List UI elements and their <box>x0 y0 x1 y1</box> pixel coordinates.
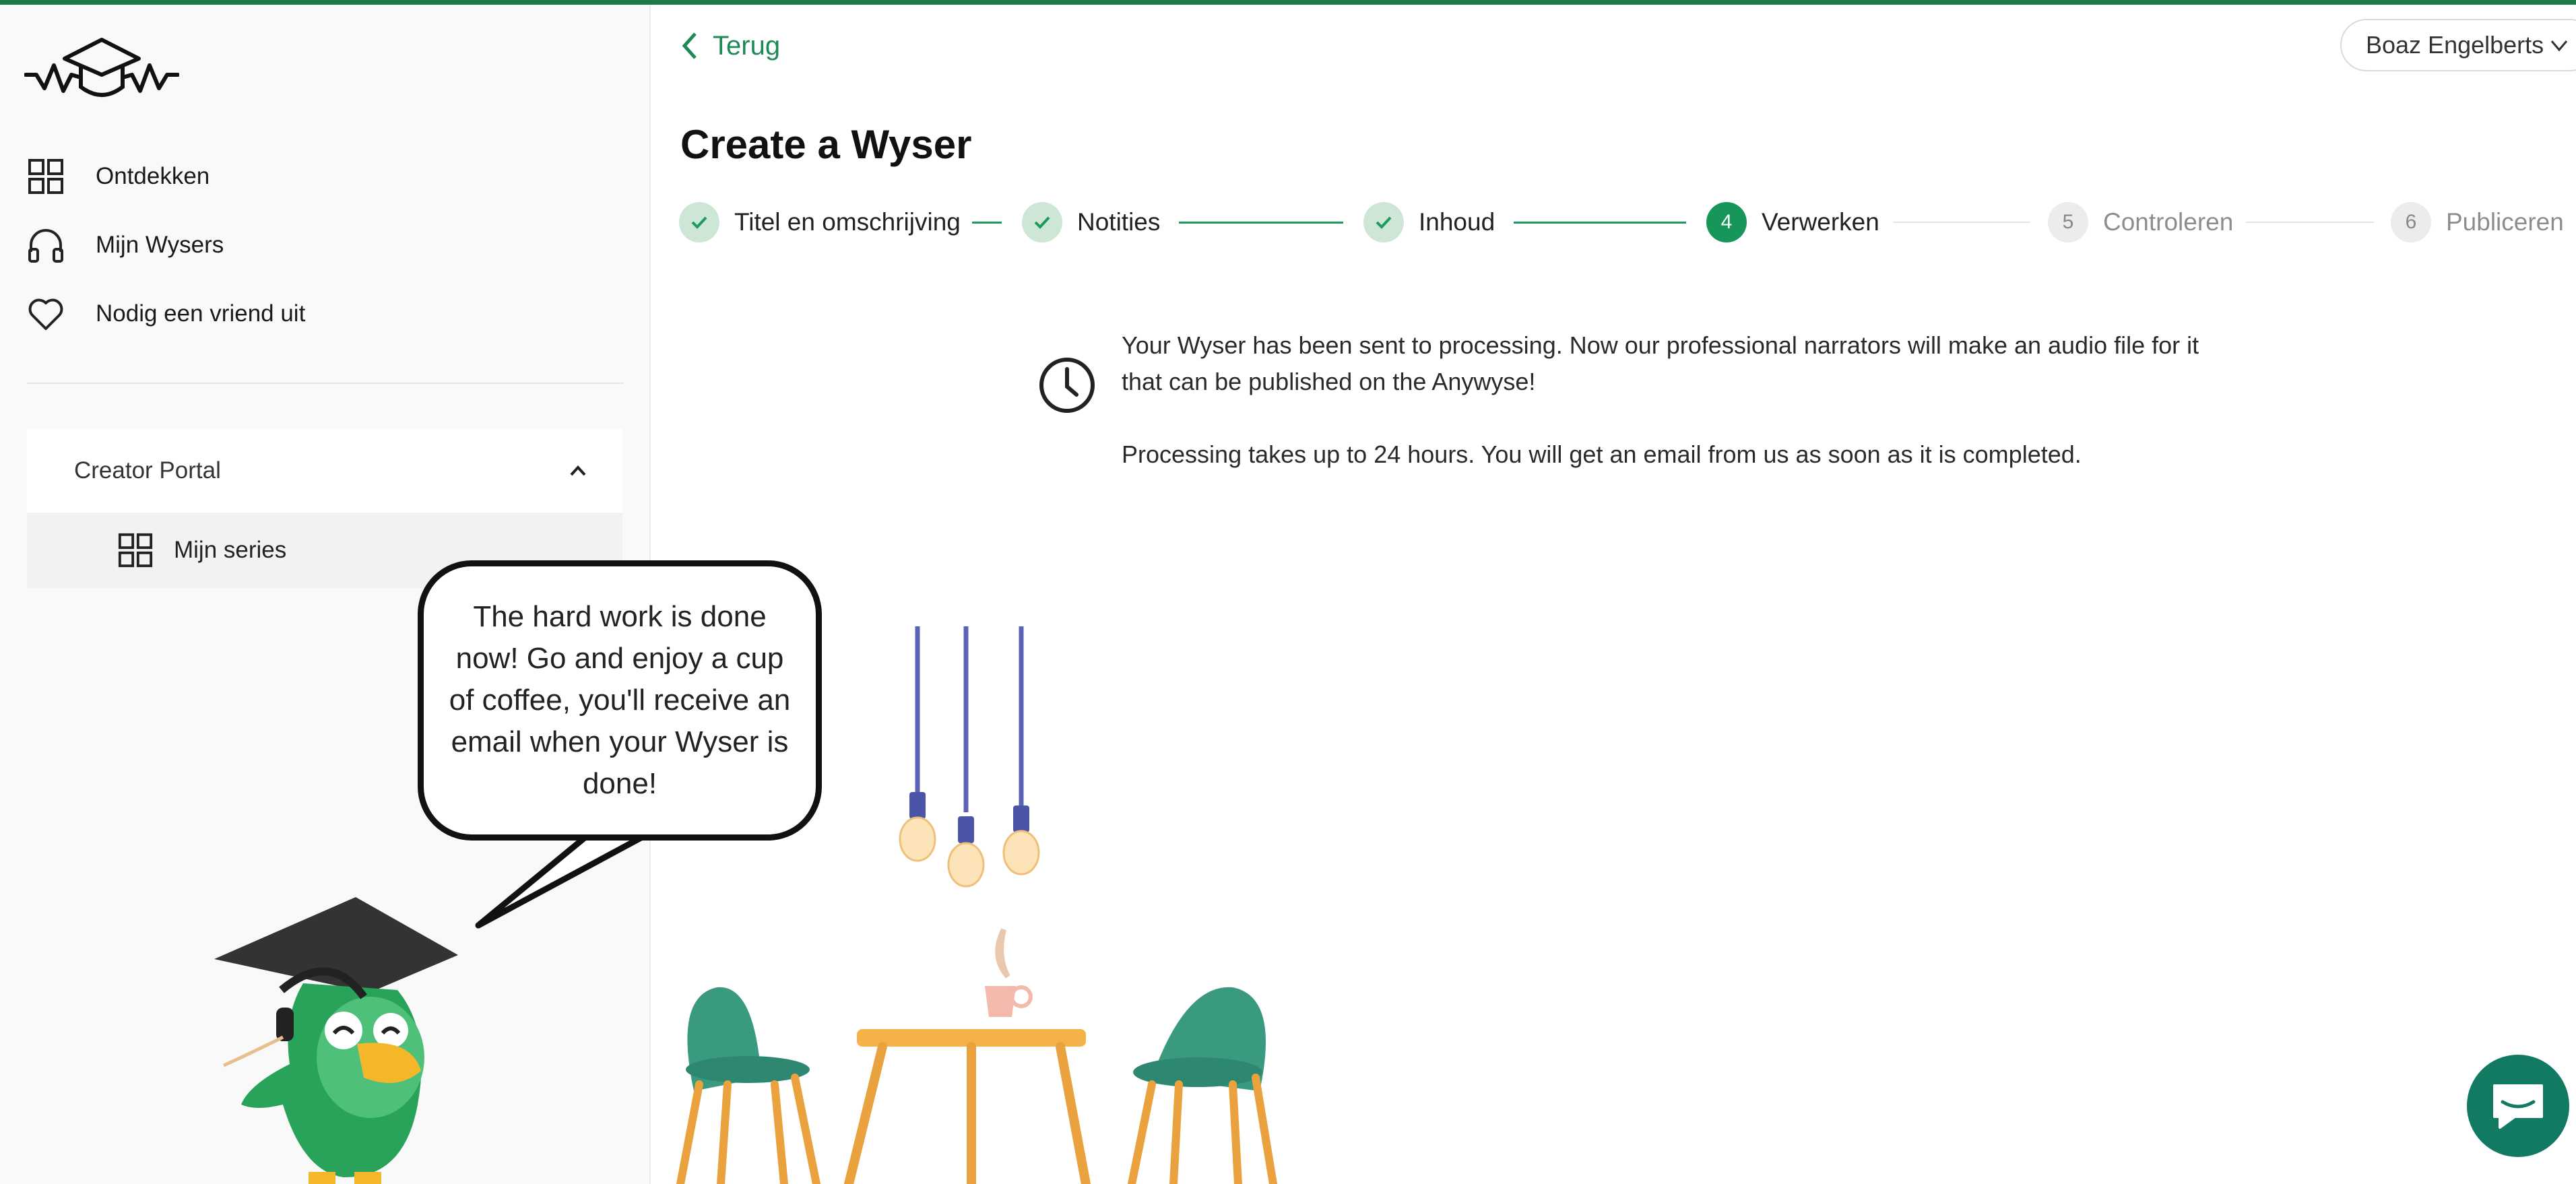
clock-icon <box>1039 358 1095 413</box>
step-inhoud[interactable]: Inhoud <box>1363 201 1495 244</box>
grid-icon <box>28 159 63 194</box>
grid-icon <box>118 533 153 568</box>
chevron-down-icon <box>2551 40 2568 52</box>
sidebar-item-label: Mijn series <box>174 537 287 563</box>
nav-item-label: Nodig een vriend uit <box>96 300 306 327</box>
processing-message: Your Wyser has been sent to processing. … <box>1122 331 2199 395</box>
step-label: Controleren <box>2103 208 2234 236</box>
logo[interactable] <box>24 33 179 107</box>
chevron-left-icon <box>682 32 697 59</box>
nav-item-nodig-vriend[interactable]: Nodig een vriend uit <box>27 290 305 337</box>
step-connector <box>2246 222 2374 223</box>
nav-item-label: Mijn Wysers <box>96 232 224 258</box>
step-verwerken[interactable]: 4 Verwerken <box>1706 201 1879 244</box>
heart-icon <box>28 298 63 330</box>
step-number: 5 <box>2048 202 2088 242</box>
cafe-illustration <box>676 626 1277 1184</box>
step-connector <box>972 222 1002 224</box>
parrot-mascot <box>214 897 458 1184</box>
nav-item-ontdekken[interactable]: Ontdekken <box>27 153 210 200</box>
back-link[interactable]: Terug <box>679 27 780 65</box>
check-icon <box>1022 202 1062 242</box>
check-icon <box>1363 202 1404 242</box>
step-number: 4 <box>1706 202 1747 242</box>
sidebar-divider <box>27 383 624 384</box>
step-publiceren[interactable]: 6 Publiceren <box>2391 201 2564 244</box>
processing-time-message: Processing takes up to 24 hours. You wil… <box>1122 440 2082 468</box>
top-accent-bar <box>0 0 2576 5</box>
user-menu-button[interactable]: Boaz Engelberts <box>2340 19 2576 71</box>
page-title: Create a Wyser <box>680 122 972 167</box>
nav-item-label: Ontdekken <box>96 163 210 189</box>
step-label: Verwerken <box>1762 208 1879 236</box>
nav-item-mijn-wysers[interactable]: Mijn Wysers <box>27 222 224 269</box>
creator-portal-toggle[interactable]: Creator Portal <box>27 429 622 513</box>
step-label: Inhoud <box>1419 208 1495 236</box>
step-connector <box>1893 222 2030 223</box>
step-controleren[interactable]: 5 Controleren <box>2048 201 2233 244</box>
step-label: Titel en omschrijving <box>734 208 961 236</box>
step-number: 6 <box>2391 202 2431 242</box>
speech-bubble-tail <box>475 824 667 929</box>
step-notities[interactable]: Notities <box>1022 201 1160 244</box>
creator-portal-label: Creator Portal <box>74 457 221 484</box>
headphones-icon <box>28 229 63 263</box>
chevron-up-icon <box>570 465 586 476</box>
chat-button[interactable] <box>2467 1055 2569 1157</box>
back-label: Terug <box>713 30 781 61</box>
user-name: Boaz Engelberts <box>2366 31 2544 59</box>
step-label: Notities <box>1077 208 1161 236</box>
step-label: Publiceren <box>2446 208 2564 236</box>
chat-bubble-icon <box>2493 1084 2543 1129</box>
step-connector <box>1514 222 1686 224</box>
step-titel-en-omschrijving[interactable]: Titel en omschrijving <box>679 201 961 244</box>
check-icon <box>679 202 719 242</box>
step-connector <box>1179 222 1343 224</box>
